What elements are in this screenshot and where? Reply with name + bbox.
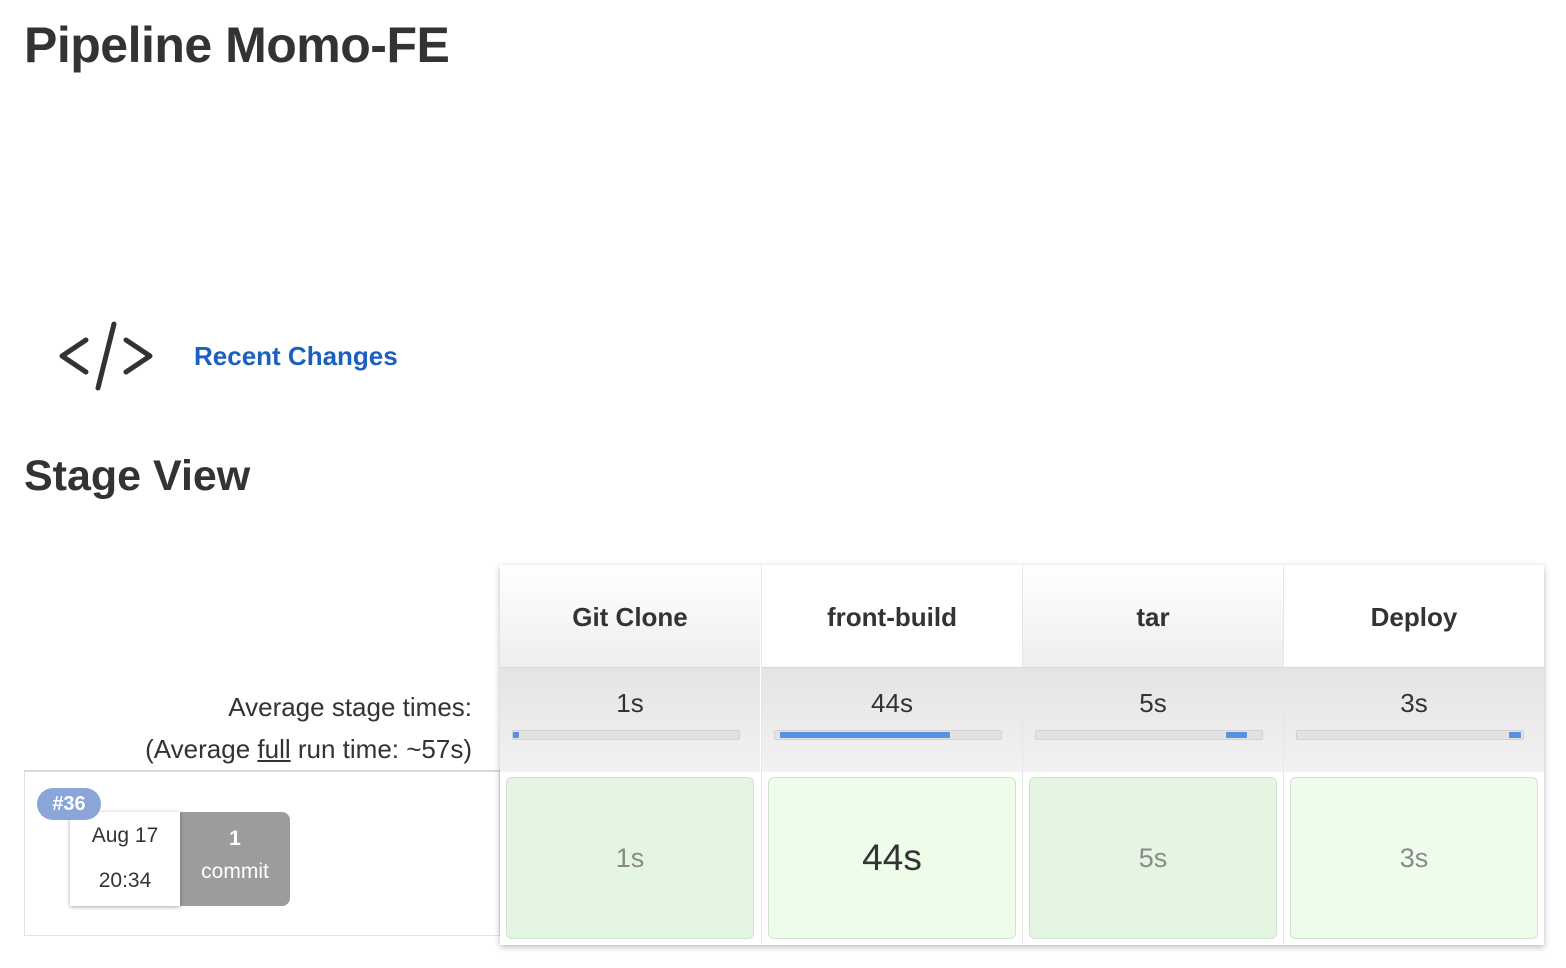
- average-times-label: Average stage times: (Average full run t…: [145, 686, 472, 770]
- stage-avg-progress-bar: [1296, 730, 1524, 740]
- stage-column-git-clone: Git Clone 1s 1s: [500, 565, 760, 945]
- average-full-run-text: (Average full run time: ~57s): [145, 734, 472, 764]
- commit-count: 1: [229, 827, 241, 850]
- stage-header-tar: tar: [1023, 565, 1283, 667]
- build-number-badge[interactable]: #36: [37, 788, 101, 820]
- full-run-link[interactable]: full: [257, 734, 290, 764]
- stage-avg-time: 5s: [1139, 688, 1167, 718]
- run-date-box: Aug 17 20:34: [70, 812, 180, 906]
- stage-avg-time: 1s: [616, 688, 644, 718]
- recent-changes-link[interactable]: Recent Changes: [194, 341, 398, 372]
- stage-table: Git Clone 1s 1s front-build 44s 44s tar …: [500, 565, 1544, 945]
- stage-avg-deploy: 3s: [1284, 667, 1544, 772]
- commit-count-button[interactable]: 1 commit: [180, 812, 290, 906]
- stage-avg-progress-bar: [512, 730, 740, 740]
- stage-avg-time: 3s: [1400, 688, 1428, 718]
- progress-fill: [1508, 732, 1521, 738]
- stage-avg-front-build: 44s: [762, 667, 1022, 772]
- stage-header-git-clone: Git Clone: [500, 565, 760, 667]
- progress-fill: [513, 732, 519, 738]
- stage-avg-git-clone: 1s: [500, 667, 760, 772]
- code-icon[interactable]: [56, 318, 156, 394]
- run-time: 20:34: [98, 869, 152, 892]
- stage-avg-time: 44s: [871, 688, 913, 718]
- stage-header-front-build: front-build: [762, 565, 1022, 667]
- stage-avg-tar: 5s: [1023, 667, 1283, 772]
- stage-cell-deploy[interactable]: 3s: [1290, 777, 1538, 939]
- progress-fill: [779, 732, 950, 738]
- recent-changes-section: Recent Changes: [56, 318, 398, 394]
- run-date: Aug 17: [91, 824, 159, 847]
- page-title: Pipeline Momo-FE: [24, 17, 450, 73]
- stage-column-deploy: Deploy 3s 3s: [1283, 565, 1544, 945]
- stage-avg-progress-bar: [1035, 730, 1263, 740]
- stage-header-deploy: Deploy: [1284, 565, 1544, 667]
- stage-cell-front-build[interactable]: 44s: [768, 777, 1016, 939]
- stage-column-front-build: front-build 44s 44s: [761, 565, 1022, 945]
- stage-view-title: Stage View: [24, 452, 251, 500]
- stage-cell-git-clone[interactable]: 1s: [506, 777, 754, 939]
- stage-column-tar: tar 5s 5s: [1022, 565, 1283, 945]
- average-stage-times-text: Average stage times:: [228, 692, 472, 722]
- stage-avg-progress-bar: [774, 730, 1002, 740]
- progress-fill: [1225, 732, 1247, 738]
- stage-cell-tar[interactable]: 5s: [1029, 777, 1277, 939]
- commit-label: commit: [201, 860, 269, 883]
